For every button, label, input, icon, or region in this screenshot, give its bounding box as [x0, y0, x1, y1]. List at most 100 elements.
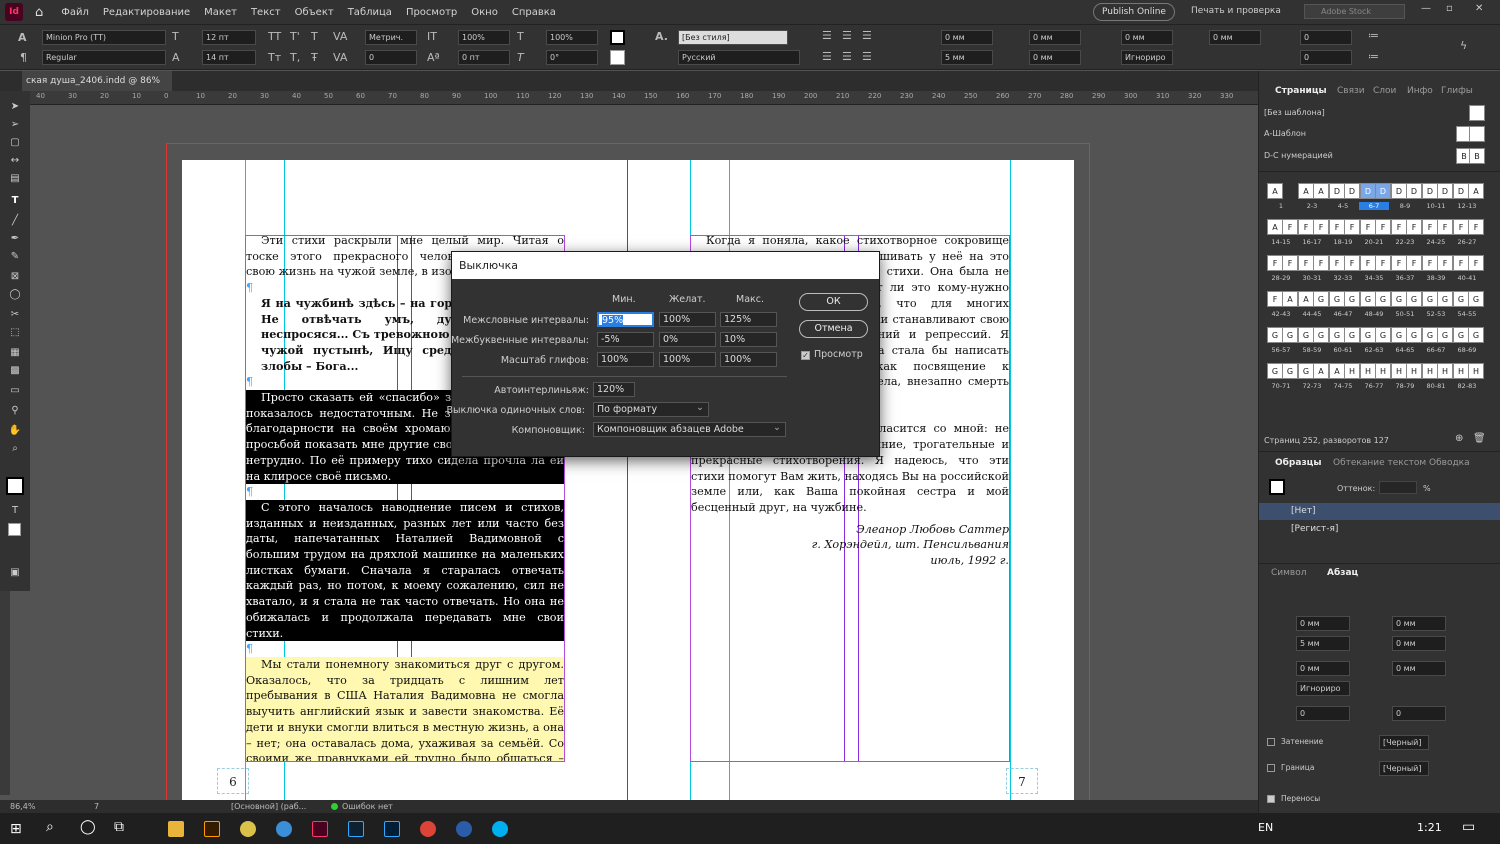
file-explorer-icon[interactable] [168, 821, 184, 837]
page-thumbnail[interactable]: G [1437, 327, 1453, 343]
page-thumbnail[interactable]: A [1267, 219, 1283, 235]
font-size-field[interactable]: 12 пт [202, 30, 256, 45]
page-thumbnail[interactable]: F [1453, 255, 1469, 271]
page-thumbnail[interactable]: D [1391, 183, 1407, 199]
swatch-none[interactable]: [Нет] [1259, 503, 1500, 520]
justify-center-icon[interactable]: ☰ [842, 50, 852, 63]
preflight-status[interactable]: Ошибок нет [342, 802, 393, 811]
page-thumbnail[interactable]: G [1282, 327, 1298, 343]
menu-item[interactable]: Текст [251, 7, 281, 18]
app-icon[interactable] [240, 821, 256, 837]
master-none-thumb[interactable] [1469, 105, 1485, 121]
word-spacing-min-field[interactable]: 95% [597, 312, 654, 327]
page-thumbnail[interactable]: F [1329, 255, 1345, 271]
chrome-icon[interactable] [420, 821, 436, 837]
page-thumbnail[interactable]: G [1422, 327, 1438, 343]
master-none[interactable]: [Без шаблона] [1264, 108, 1325, 117]
page-thumbnail[interactable]: F [1282, 219, 1298, 235]
page-thumbnail[interactable]: H [1391, 363, 1407, 379]
content-collector-icon[interactable]: ▤ [8, 173, 22, 185]
small-caps-icon[interactable]: Tт [268, 51, 281, 64]
pen-tool-icon[interactable]: ✒ [8, 233, 22, 245]
bullets-icon[interactable]: ≔ [1368, 29, 1379, 42]
page-thumbnail[interactable]: F [1313, 255, 1329, 271]
page-thumbnail[interactable]: G [1344, 327, 1360, 343]
tab-glyphs[interactable]: Глифы [1441, 86, 1473, 96]
justify-all-icon[interactable]: ☰ [862, 50, 872, 63]
border-color-field[interactable]: [Черный] [1379, 761, 1429, 776]
preflight-profile[interactable]: [Основной] (раб... [231, 802, 306, 811]
superscript-icon[interactable]: T' [290, 30, 300, 43]
search-icon[interactable]: ⌕ [46, 819, 54, 835]
page-thumbnail[interactable]: F [1468, 219, 1484, 235]
page-thumbnail[interactable]: F [1329, 219, 1345, 235]
page-thumbnail[interactable]: F [1422, 255, 1438, 271]
page-thumbnail[interactable]: G [1298, 327, 1314, 343]
page-thumbnail[interactable]: H [1375, 363, 1391, 379]
page-thumbnail[interactable]: D [1437, 183, 1453, 199]
page-thumbnail[interactable]: F [1406, 219, 1422, 235]
pencil-tool-icon[interactable]: ✎ [8, 251, 22, 263]
first-line-indent-field[interactable]: 5 мм [941, 50, 993, 65]
drop-cap-lines-field[interactable]: 0 [1300, 30, 1352, 45]
maximize-icon[interactable]: ▫ [1446, 3, 1453, 14]
page-thumbnail[interactable]: G [1267, 363, 1283, 379]
ellipse-tool-icon[interactable]: ◯ [8, 289, 22, 301]
master-d-thumb[interactable]: В [1469, 148, 1485, 164]
new-page-icon[interactable]: ⊕ [1455, 433, 1463, 444]
last-line-indent-field[interactable]: 0 мм [1029, 50, 1081, 65]
page-thumbnail[interactable]: F [1391, 255, 1407, 271]
page-thumbnail[interactable]: G [1344, 291, 1360, 307]
para-drop-chars-field[interactable]: 0 [1392, 706, 1446, 721]
page-thumbnail[interactable]: F [1267, 291, 1283, 307]
zoom-tool-icon[interactable]: ⌕ [8, 443, 22, 455]
page-thumbnail[interactable]: H [1468, 363, 1484, 379]
adobe-stock-search[interactable]: Adobe Stock [1304, 4, 1405, 19]
page-thumbnail[interactable]: H [1406, 363, 1422, 379]
page-thumbnail[interactable]: G [1282, 363, 1298, 379]
eyedropper-tool-icon[interactable]: ⚲ [8, 405, 22, 417]
letter-spacing-max-field[interactable]: 10% [720, 332, 777, 347]
screen-mode-icon[interactable]: ▣ [8, 567, 22, 579]
vertical-ruler[interactable] [0, 585, 10, 795]
indesign-app-icon[interactable]: Id [5, 3, 23, 21]
hand-tool-icon[interactable]: ✋ [8, 425, 22, 437]
menu-item[interactable]: Объект [295, 7, 334, 18]
master-a-thumb[interactable] [1469, 126, 1485, 142]
vertical-scale-field[interactable]: 100% [458, 30, 510, 45]
formatting-text-icon[interactable]: T [8, 505, 22, 517]
para-grid-field[interactable]: Игнориро [1296, 681, 1350, 696]
preview-checkbox[interactable]: ✓ [801, 351, 810, 360]
swatch-registration[interactable]: [Регист-я] [1259, 521, 1500, 538]
line-tool-icon[interactable]: ╱ [8, 215, 22, 227]
page-thumbnail[interactable]: G [1468, 291, 1484, 307]
note-tool-icon[interactable]: ▭ [8, 385, 22, 397]
underline-icon[interactable]: T [311, 30, 318, 43]
page-thumbnail[interactable]: F [1422, 219, 1438, 235]
page-thumbnail[interactable]: G [1313, 327, 1329, 343]
indesign-taskbar-icon[interactable] [312, 821, 328, 837]
info-app-icon[interactable] [276, 821, 292, 837]
page-thumbnail[interactable]: F [1360, 219, 1376, 235]
page-thumbnail[interactable]: D [1406, 183, 1422, 199]
all-caps-icon[interactable]: TT [268, 30, 281, 43]
page-thumbnail[interactable]: H [1453, 363, 1469, 379]
tab-pages[interactable]: Страницы [1275, 86, 1327, 96]
tab-links[interactable]: Связи [1337, 86, 1365, 96]
ok-button[interactable]: ОК [799, 293, 868, 311]
lightroom-icon[interactable] [348, 821, 364, 837]
tab-layers[interactable]: Слои [1373, 86, 1396, 96]
rectangle-frame-tool-icon[interactable]: ⊠ [8, 271, 22, 283]
clock[interactable]: 1:21 [1417, 821, 1442, 834]
page-thumbnail[interactable]: G [1406, 327, 1422, 343]
menu-item[interactable]: Окно [471, 7, 498, 18]
page-thumbnail[interactable]: D [1360, 183, 1376, 199]
para-space-before-field[interactable]: 0 мм [1296, 661, 1350, 676]
page-thumbnail[interactable]: H [1422, 363, 1438, 379]
kerning-field[interactable]: Метрич. [365, 30, 417, 45]
page-thumbnail[interactable]: F [1344, 255, 1360, 271]
close-icon[interactable]: ✕ [1475, 3, 1483, 14]
language-indicator[interactable]: EN [1258, 821, 1273, 834]
page-tool-icon[interactable]: ▢ [8, 137, 22, 149]
horizontal-scale-field[interactable]: 100% [546, 30, 598, 45]
